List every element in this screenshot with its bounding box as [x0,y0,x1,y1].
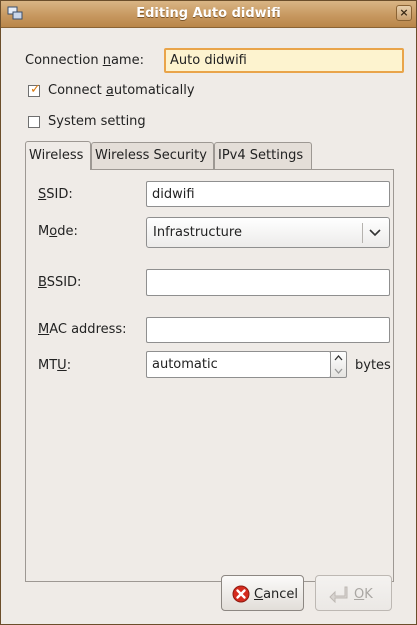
tab-wireless-security[interactable]: Wireless Security [91,142,214,169]
title-bar[interactable]: Editing Auto didwifi × [1,1,416,28]
spin-up-icon[interactable] [331,352,346,364]
spin-down-icon[interactable] [331,365,346,377]
ok-button[interactable]: OK [315,575,392,611]
window-title: Editing Auto didwifi [136,6,281,21]
mtu-unit-label: bytes [355,358,391,373]
ssid-input[interactable] [146,181,390,207]
mtu-spinner[interactable] [330,351,347,378]
system-setting-checkbox[interactable] [28,116,40,128]
bssid-label: BSSID: [38,275,82,290]
ok-button-label: OK [354,587,373,602]
mac-address-input[interactable] [146,317,390,343]
dropdown-separator [362,223,363,243]
system-setting-label[interactable]: System setting [48,114,146,129]
connect-automatically-checkbox[interactable]: ✓ [28,82,41,97]
mtu-label: MTU: [38,358,72,373]
cancel-button-label: Cancel [254,587,299,602]
cancel-button[interactable]: Cancel [221,575,304,611]
mtu-input[interactable] [146,351,331,378]
connection-name-input[interactable] [164,48,404,73]
enter-arrow-icon [329,586,348,603]
close-icon: × [399,6,409,19]
mac-address-label: MAC address: [38,322,127,337]
mode-selected-value: Infrastructure [153,225,242,240]
tab-ipv4-settings[interactable]: IPv4 Settings [214,142,312,169]
cancel-icon [232,585,250,603]
connection-name-label: Connection name: [25,53,144,68]
checkmark-icon: ✓ [30,82,41,97]
chevron-down-icon [369,229,381,237]
ssid-label: SSID: [38,187,73,202]
tab-wireless[interactable]: Wireless [25,141,91,170]
dialog-window: Editing Auto didwifi × Connection name: … [0,0,417,625]
mode-dropdown[interactable]: Infrastructure [146,217,390,248]
connect-automatically-label[interactable]: Connect automatically [48,83,195,98]
close-button[interactable]: × [396,5,412,21]
bssid-input[interactable] [146,269,390,296]
mode-label: Mode: [38,224,78,239]
